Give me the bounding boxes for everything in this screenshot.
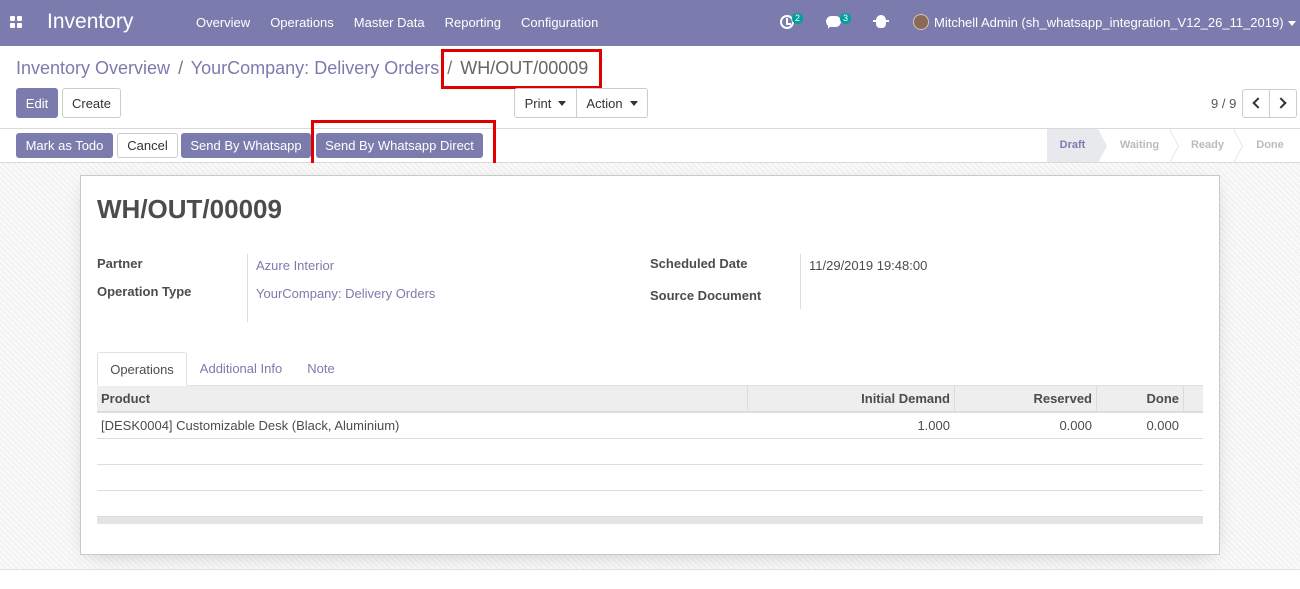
pager-value[interactable]: 9 / 9 — [1211, 96, 1236, 111]
partner-label: Partner — [97, 256, 143, 271]
main-menu: Overview Operations Master Data Reportin… — [186, 0, 608, 46]
cell-done: 0.000 — [1146, 418, 1179, 433]
column-reserved[interactable]: Reserved — [954, 386, 1092, 411]
tab-note[interactable]: Note — [299, 352, 343, 386]
breadcrumb-inventory-overview[interactable]: Inventory Overview — [16, 58, 170, 78]
notebook-tabs: Operations Additional Info Note — [97, 352, 1203, 386]
edit-button[interactable]: Edit — [16, 88, 58, 118]
column-done[interactable]: Done — [1096, 386, 1180, 411]
pager-previous-button[interactable] — [1242, 89, 1270, 118]
empty-row — [97, 439, 1203, 465]
scheduled-date-field[interactable]: 11/29/2019 19:48:00 — [809, 258, 927, 273]
empty-row — [97, 491, 1203, 517]
stage-ready[interactable]: Ready — [1180, 129, 1235, 162]
user-menu[interactable]: Mitchell Admin (sh_whatsapp_integration_… — [934, 15, 1296, 30]
stage-waiting[interactable]: Waiting — [1108, 129, 1171, 162]
stage-arrow — [1169, 129, 1178, 163]
send-by-whatsapp-button[interactable]: Send By Whatsapp — [181, 133, 311, 158]
table-row[interactable]: [DESK0004] Customizable Desk (Black, Alu… — [97, 413, 1203, 439]
tab-additional-info[interactable]: Additional Info — [193, 352, 289, 386]
operation-type-field[interactable]: YourCompany: Delivery Orders — [256, 286, 435, 301]
top-navbar: Inventory Overview Operations Master Dat… — [0, 0, 1300, 46]
debug-bug-icon[interactable] — [873, 15, 889, 28]
caret-down-icon — [1287, 21, 1296, 27]
messaging-icon[interactable] — [826, 16, 841, 29]
field-divider — [247, 254, 248, 322]
cell-product: [DESK0004] Customizable Desk (Black, Alu… — [101, 418, 400, 433]
highlight-box-record — [441, 49, 602, 89]
mark-as-todo-button[interactable]: Mark as Todo — [16, 133, 113, 158]
tab-operations[interactable]: Operations — [97, 352, 187, 386]
action-label: Action — [586, 95, 623, 111]
column-initial-demand[interactable]: Initial Demand — [747, 386, 950, 411]
bottom-strip — [0, 569, 1300, 589]
cell-reserved: 0.000 — [1059, 418, 1092, 433]
chevron-left-icon — [1252, 97, 1264, 109]
create-button[interactable]: Create — [62, 88, 121, 118]
action-dropdown[interactable]: Action — [576, 88, 648, 118]
app-title: Inventory — [47, 10, 134, 33]
pager-next-button[interactable] — [1269, 89, 1297, 118]
cancel-button[interactable]: Cancel — [117, 133, 178, 158]
field-divider — [800, 254, 801, 309]
avatar[interactable] — [913, 14, 929, 30]
scheduled-date-label: Scheduled Date — [650, 256, 748, 271]
breadcrumb-separator: / — [178, 58, 184, 78]
menu-master-data[interactable]: Master Data — [344, 0, 435, 46]
partner-field[interactable]: Azure Interior — [256, 258, 334, 273]
highlight-box-whatsapp-direct — [311, 120, 496, 169]
table-footer — [97, 517, 1203, 524]
stage-done[interactable]: Done — [1244, 129, 1296, 162]
column-divider — [1183, 386, 1184, 411]
column-product[interactable]: Product — [101, 386, 150, 411]
caret-down-icon — [629, 100, 638, 106]
form-sheet: WH/OUT/00009 Partner Azure Interior Oper… — [80, 175, 1220, 555]
source-document-label: Source Document — [650, 288, 762, 303]
stage-arrow — [1233, 129, 1242, 163]
apps-grid-icon[interactable] — [10, 16, 23, 29]
stage-draft[interactable]: Draft — [1047, 129, 1098, 162]
operation-type-label: Operation Type — [97, 284, 192, 299]
menu-overview[interactable]: Overview — [186, 0, 260, 46]
menu-operations[interactable]: Operations — [260, 0, 344, 46]
user-name: Mitchell Admin (sh_whatsapp_integration_… — [934, 15, 1284, 30]
caret-down-icon — [558, 100, 567, 106]
form-statusbar: Mark as Todo Cancel Send By Whatsapp Sen… — [0, 129, 1300, 163]
operation-type-link[interactable]: YourCompany: Delivery Orders — [256, 286, 435, 301]
table-header: Product Initial Demand Reserved Done — [97, 386, 1203, 413]
message-count-badge: 3 — [840, 13, 852, 24]
cell-initial-demand: 1.000 — [917, 418, 950, 433]
print-dropdown[interactable]: Print — [514, 88, 577, 118]
chevron-right-icon — [1275, 97, 1287, 109]
empty-row — [97, 465, 1203, 491]
print-label: Print — [524, 95, 552, 111]
activity-count-badge: 2 — [792, 13, 804, 24]
menu-configuration[interactable]: Configuration — [511, 0, 608, 46]
partner-link[interactable]: Azure Interior — [256, 258, 334, 273]
breadcrumb-delivery-orders[interactable]: YourCompany: Delivery Orders — [191, 58, 439, 78]
stage-arrow — [1098, 129, 1107, 163]
record-title: WH/OUT/00009 — [97, 194, 282, 224]
menu-reporting[interactable]: Reporting — [435, 0, 511, 46]
